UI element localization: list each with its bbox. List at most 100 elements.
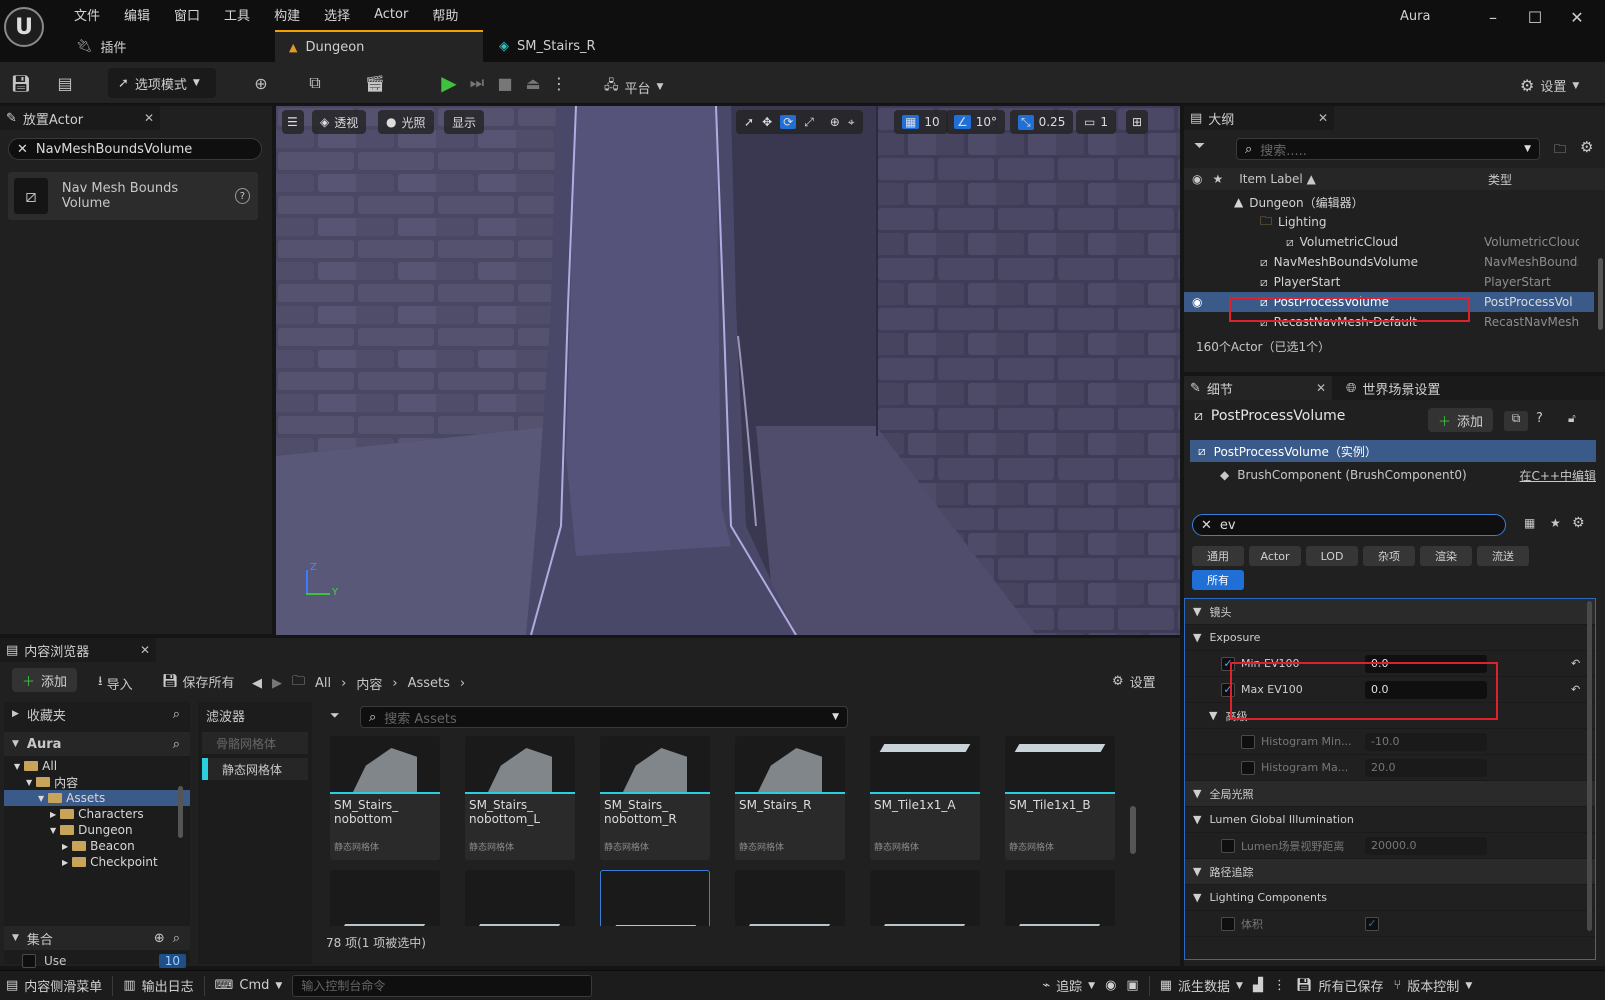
section-lens[interactable]: ▼ 镜头 <box>1185 599 1595 625</box>
folder-item[interactable]: ▼ Assets <box>4 790 190 806</box>
world-settings-tab[interactable]: 🌐︎ 世界场景设置 <box>1340 376 1447 400</box>
mode-select-button[interactable]: ➚ 选项模式 ▼ <box>108 68 216 98</box>
all-saved-button[interactable]: 💾︎ 所有已保存 <box>1296 976 1384 995</box>
search-icon[interactable]: ⌕ <box>173 707 180 722</box>
section-gi[interactable]: ▼ 全局光照 <box>1185 781 1595 807</box>
asset-tile[interactable]: SM_Stairs_ nobottom_R 静态网格体 <box>600 736 710 860</box>
viewport-menu-button[interactable]: ☰ <box>282 110 304 134</box>
more-options-icon[interactable]: ⋮ <box>546 70 572 96</box>
scale-tool-icon[interactable]: ⤢ <box>804 115 814 130</box>
outliner-scrollbar[interactable] <box>1598 258 1603 330</box>
menu-tools[interactable]: 工具 <box>212 5 262 24</box>
grid-snap-button[interactable]: ▦ 10 <box>894 110 948 134</box>
menu-edit[interactable]: 编辑 <box>112 5 162 24</box>
help-icon[interactable]: ? <box>1536 411 1543 426</box>
folder-item[interactable]: ▼ All <box>4 758 190 774</box>
network-icon[interactable]: ▟ <box>1253 978 1263 993</box>
asset-tile[interactable]: SM_Tile1x1_B 静态网格体 <box>1005 736 1115 860</box>
console-input[interactable]: 输入控制台命令 <box>292 974 593 997</box>
close-icon[interactable]: ✕ <box>140 643 150 657</box>
column-item-label[interactable]: Item Label ▲ <box>1239 172 1316 186</box>
component-row[interactable]: ◆ BrushComponent (BrushComponent0) 在C++中… <box>1220 464 1596 486</box>
close-icon[interactable]: ✕ <box>1316 381 1326 395</box>
blueprint-icon[interactable]: ⧉ <box>302 70 328 96</box>
camera-speed-button[interactable]: ▭ 1 <box>1076 110 1116 134</box>
stop-icon[interactable]: ■ <box>492 70 518 96</box>
chevron-icon[interactable]: ▶ <box>50 810 56 819</box>
folder-item[interactable]: ▼ 内容 <box>4 774 190 790</box>
tab-sm-stairs-r[interactable]: ◈ SM_Stairs_R <box>485 30 610 62</box>
outliner-search[interactable]: ⌕ 搜索..... ▼ <box>1236 138 1540 160</box>
column-type[interactable]: 类型 <box>1488 171 1512 188</box>
viewport-layout-button[interactable]: ⊞ <box>1126 110 1149 134</box>
edit-cpp-link[interactable]: 在C++中编辑 <box>1520 467 1597 484</box>
source-control-button[interactable]: ⑂ 版本控制 ▼ <box>1393 976 1472 995</box>
tab-dungeon[interactable]: ▲ Dungeon <box>275 30 483 62</box>
star-icon[interactable]: ★ <box>1550 516 1561 530</box>
eject-icon[interactable]: ⏏︎ <box>520 70 546 96</box>
filter-skeletal-mesh[interactable]: 骨骼网格体 <box>202 732 308 754</box>
level-viewport[interactable]: ☰ ◈ 透视 ● 光照 显示 ➚ ✥ ⟳ ⤢ ⊕ ⌖ ▦ 10 ∠ 10° ⤡ … <box>276 106 1180 635</box>
filter-static-mesh[interactable]: 静态网格体 <box>202 758 308 780</box>
filter-icon[interactable]: ⏷ <box>1194 138 1205 154</box>
crumb-all[interactable]: All <box>315 676 331 691</box>
trace-button[interactable]: ⌁ 追踪 ▼ <box>1042 976 1095 995</box>
folder-item[interactable]: ▼ Dungeon <box>4 822 190 838</box>
angle-snap-button[interactable]: ∠ 10° <box>946 110 1006 134</box>
outliner-row[interactable]: ⧄ PlayerStart PlayerStart <box>1184 272 1594 292</box>
filter-add-icon[interactable]: ⏷ <box>330 708 340 723</box>
lit-mode-button[interactable]: ● 光照 <box>378 110 434 134</box>
translate-tool-icon[interactable]: ✥ <box>762 115 772 129</box>
cb-settings-button[interactable]: ⚙ 设置 <box>1112 672 1156 691</box>
search-icon[interactable]: ⌕ <box>173 931 180 946</box>
chevron-icon[interactable]: ▼ <box>38 794 44 803</box>
gear-icon[interactable]: ⚙ <box>1572 515 1585 531</box>
filter-rendering[interactable]: 渲染 <box>1420 546 1472 566</box>
asset-tile[interactable]: SM_Stairs_ nobottom 静态网格体 <box>330 736 440 860</box>
collection-item[interactable]: Use 10 <box>22 954 186 968</box>
lumen-scene-input[interactable]: 20000.0 <box>1365 836 1487 855</box>
folder-item[interactable]: ▶ Characters <box>4 806 190 822</box>
menu-actor[interactable]: Actor <box>362 7 420 22</box>
asset-tile[interactable] <box>1005 870 1115 926</box>
world-local-icon[interactable]: ⊕ <box>830 115 840 129</box>
volume-checkbox[interactable] <box>1221 916 1235 931</box>
visibility-icon[interactable]: ◉ <box>1192 172 1202 186</box>
save-all-button[interactable]: 💾︎ 保存所有 <box>162 672 235 691</box>
close-icon[interactable]: ✕ <box>144 111 154 125</box>
menu-select[interactable]: 选择 <box>312 5 362 24</box>
show-button[interactable]: 显示 <box>444 110 485 134</box>
add-folder-icon[interactable]: 🗀︎ <box>1554 140 1566 161</box>
close-icon[interactable]: ✕ <box>1318 111 1328 125</box>
plugins-tab[interactable]: 🔌︎ 插件 <box>62 30 141 62</box>
section-exposure[interactable]: ▼ Exposure <box>1185 625 1595 651</box>
perspective-button[interactable]: ◈ 透视 <box>312 110 367 134</box>
favorites-header[interactable]: ▶ 收藏夹 ⌕ <box>4 702 190 726</box>
step-icon[interactable]: ⏭︎ <box>464 70 490 96</box>
outliner-row[interactable]: ⧄ VolumetricCloud VolumetricCloud <box>1184 232 1594 252</box>
hist-min-checkbox[interactable] <box>1241 734 1255 749</box>
minimize-icon[interactable]: – <box>1472 8 1514 27</box>
back-icon[interactable]: ◀ <box>252 676 262 691</box>
help-icon[interactable]: ? <box>234 188 250 204</box>
menu-help[interactable]: 帮助 <box>420 5 470 24</box>
add-actor-icon[interactable]: ⊕ <box>248 70 274 96</box>
rotate-tool-icon[interactable]: ⟳ <box>780 115 797 129</box>
unreal-logo-icon[interactable]: U <box>4 7 44 47</box>
chevron-icon[interactable]: ▼ <box>26 778 32 787</box>
instance-row[interactable]: ⧄ PostProcessVolume（实例） <box>1190 440 1596 462</box>
search-icon[interactable]: ⌕ <box>173 737 180 752</box>
menu-window[interactable]: 窗口 <box>162 5 212 24</box>
asset-search[interactable]: ⌕ 搜索 Assets ▼ <box>360 706 848 728</box>
reset-icon[interactable]: ↶ <box>1571 657 1580 670</box>
lock-icon[interactable]: 🔓︎ <box>1568 411 1576 426</box>
outliner-row[interactable]: 🗀︎ Lighting <box>1184 212 1594 232</box>
volume-value-checkbox[interactable]: ✓ <box>1365 916 1379 931</box>
blueprint-convert-icon[interactable]: ⧉ <box>1504 411 1528 431</box>
table-view-icon[interactable]: ▦ <box>1524 516 1535 530</box>
filter-general[interactable]: 通用 <box>1192 546 1244 566</box>
chevron-icon[interactable]: ▼ <box>50 826 56 835</box>
forward-icon[interactable]: ▶ <box>272 676 282 691</box>
details-tab[interactable]: ✎ 细节 ✕ <box>1184 376 1332 400</box>
import-button[interactable]: ⭳ 导入 <box>98 672 133 694</box>
